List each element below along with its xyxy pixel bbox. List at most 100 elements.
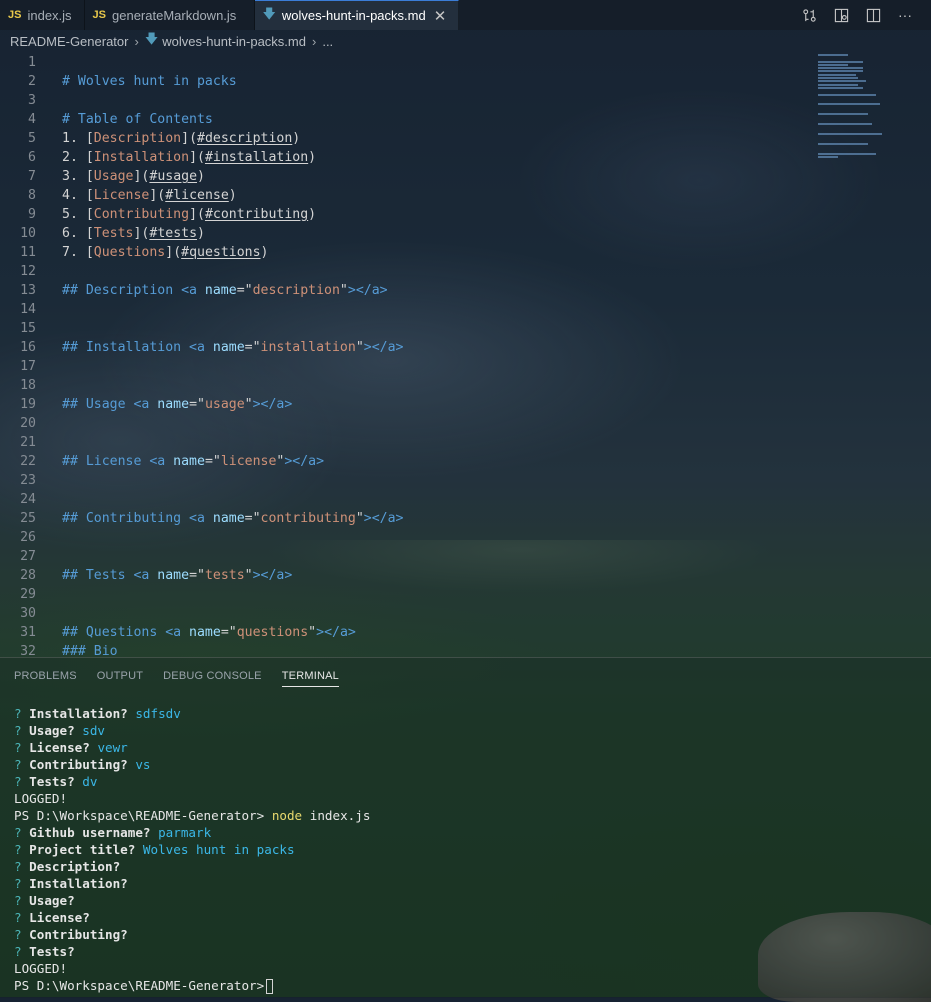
close-icon[interactable]: ✕ bbox=[434, 7, 447, 25]
link-text: Description bbox=[93, 131, 182, 146]
minimap-line bbox=[818, 123, 872, 126]
minimap-line bbox=[818, 54, 848, 56]
minimap-line bbox=[818, 152, 876, 155]
line-content: 2. [Installation](#installation) bbox=[62, 148, 316, 167]
minimap-line bbox=[818, 143, 868, 146]
link-text: Contributing bbox=[93, 207, 190, 222]
terminal-text: LOGGED! bbox=[14, 961, 68, 976]
terminal-output[interactable]: ? Installation? sdfsdv? Usage? sdv? Lice… bbox=[14, 705, 370, 994]
editor-actions: ··· bbox=[801, 0, 931, 30]
tab-generate-markdown-js[interactable]: JS generateMarkdown.js bbox=[85, 0, 255, 30]
prompt-question: Contributing? bbox=[29, 757, 128, 772]
link-bracket: ]( bbox=[133, 226, 150, 241]
terminal-line: ? Usage? bbox=[14, 892, 370, 909]
prompt-answer: sdv bbox=[82, 723, 106, 738]
html-punct: =" bbox=[189, 397, 205, 412]
line-number: 26 bbox=[20, 530, 36, 545]
tab-wolves-hunt-in-packs-md[interactable]: 🡇 wolves-hunt-in-packs.md ✕ bbox=[254, 0, 460, 30]
tab-problems[interactable]: PROBLEMS bbox=[14, 670, 77, 687]
breadcrumb-folder[interactable]: README-Generator bbox=[10, 34, 128, 49]
html-tag-open: <a bbox=[165, 625, 190, 640]
editor-line: 23 bbox=[0, 471, 800, 490]
code-editor[interactable]: 1 2 # Wolves hunt in packs 3 4 # Table of Con… bbox=[0, 52, 931, 659]
line-content: 4. [License](#license) bbox=[62, 186, 237, 205]
minimap-line bbox=[818, 80, 866, 83]
prompt-question: Installation? bbox=[29, 706, 128, 721]
link-text: Questions bbox=[93, 245, 166, 260]
prompt-question: Usage? bbox=[29, 893, 75, 908]
link-bracket: ]( bbox=[181, 131, 198, 146]
terminal-line: PS D:\Workspace\README-Generator> node i… bbox=[14, 807, 370, 824]
terminal-line: ? Installation? sdfsdv bbox=[14, 705, 370, 722]
prompt-answer: sdfsdv bbox=[135, 706, 181, 721]
html-attr-name: name bbox=[189, 625, 221, 640]
prompt-question: Installation? bbox=[29, 876, 128, 891]
html-tag-close: ></a> bbox=[363, 340, 404, 355]
html-punct: =" bbox=[189, 568, 205, 583]
line-number: 7 bbox=[28, 169, 36, 184]
prompt-question: Description? bbox=[29, 859, 121, 874]
link-text: Usage bbox=[93, 169, 134, 184]
line-number: 14 bbox=[20, 302, 36, 317]
editor-line: 3 bbox=[0, 91, 800, 110]
link-text: Tests bbox=[93, 226, 134, 241]
html-attr-name: name bbox=[212, 511, 245, 526]
chevron-right-icon: › bbox=[311, 33, 317, 49]
terminal-line: ? Contributing? bbox=[14, 926, 370, 943]
link-text: Installation bbox=[93, 150, 190, 165]
editor-line: 8 4. [License](#license) bbox=[0, 186, 800, 205]
breadcrumb-more[interactable]: ... bbox=[322, 34, 333, 49]
tab-output[interactable]: OUTPUT bbox=[97, 670, 143, 687]
minimap[interactable] bbox=[818, 54, 898, 159]
html-punct: =" bbox=[244, 340, 261, 355]
prompt-question: License? bbox=[29, 740, 90, 755]
html-punct: =" bbox=[204, 454, 221, 469]
html-punct: " bbox=[308, 625, 317, 640]
minimap-line bbox=[818, 86, 863, 89]
link-bracket: [ bbox=[85, 188, 94, 203]
link-bracket: ]( bbox=[189, 207, 205, 222]
minimap-line bbox=[818, 156, 838, 159]
link-bracket: ) bbox=[308, 207, 317, 222]
link-bracket: [ bbox=[85, 207, 94, 222]
html-tag-close: ></a> bbox=[363, 511, 404, 526]
editor-line: 17 bbox=[0, 357, 800, 376]
question-mark-icon: ? bbox=[14, 706, 30, 721]
line-content: 7. [Questions](#questions) bbox=[62, 243, 269, 262]
html-tag-close: ></a> bbox=[284, 454, 325, 469]
editor-line: 2 # Wolves hunt in packs bbox=[0, 72, 800, 91]
html-tag-open: <a bbox=[149, 454, 174, 469]
link-target: #installation bbox=[204, 150, 309, 165]
editor-line: 4 # Table of Contents bbox=[0, 110, 800, 129]
terminal-cursor[interactable] bbox=[266, 979, 274, 994]
breadcrumb-file[interactable]: wolves-hunt-in-packs.md bbox=[162, 34, 306, 49]
terminal-line: ? License? vewr bbox=[14, 739, 370, 756]
question-mark-icon: ? bbox=[14, 910, 30, 925]
prompt-answer: vewr bbox=[97, 740, 128, 755]
link-bracket: ) bbox=[308, 150, 317, 165]
line-content: ## License <a name="license"></a> bbox=[62, 452, 324, 471]
terminal-line: ? Tests? dv bbox=[14, 773, 370, 790]
split-editor-icon[interactable] bbox=[865, 7, 881, 23]
line-number: 21 bbox=[20, 435, 36, 450]
line-number: 10 bbox=[20, 226, 36, 241]
js-file-icon: JS bbox=[8, 9, 22, 21]
minimap-line bbox=[818, 103, 880, 106]
link-bracket: [ bbox=[85, 245, 94, 260]
html-punct: " bbox=[355, 340, 364, 355]
tab-index-js[interactable]: JS index.js bbox=[0, 0, 85, 30]
bottom-panel: PROBLEMS OUTPUT DEBUG CONSOLE TERMINAL ?… bbox=[0, 657, 931, 998]
question-mark-icon: ? bbox=[14, 927, 30, 942]
tab-label: wolves-hunt-in-packs.md bbox=[281, 8, 426, 23]
html-attr-name: name bbox=[157, 397, 190, 412]
editor-line: 24 bbox=[0, 490, 800, 509]
open-preview-icon[interactable] bbox=[833, 7, 849, 23]
open-changes-icon[interactable] bbox=[801, 7, 817, 23]
tab-debug-console[interactable]: DEBUG CONSOLE bbox=[163, 670, 262, 687]
html-punct: " bbox=[339, 283, 348, 298]
question-mark-icon: ? bbox=[14, 842, 30, 857]
tab-terminal[interactable]: TERMINAL bbox=[281, 670, 339, 687]
question-mark-icon: ? bbox=[14, 740, 30, 755]
editor-line: 22 ## License <a name="license"></a> bbox=[0, 452, 800, 471]
more-actions-icon[interactable]: ··· bbox=[897, 7, 913, 23]
